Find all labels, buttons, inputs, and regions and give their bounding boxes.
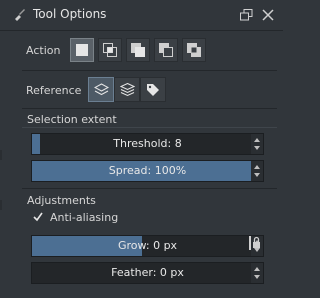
step-down-icon[interactable] bbox=[254, 146, 260, 150]
spread-stepper[interactable] bbox=[251, 161, 263, 181]
grow-value: Grow: 0 px bbox=[117, 239, 178, 252]
threshold-slider[interactable]: Threshold: 8 bbox=[31, 133, 264, 155]
single-layer-icon bbox=[94, 83, 109, 96]
grow-lock-icon[interactable] bbox=[248, 235, 262, 251]
reference-all-layers-button[interactable] bbox=[114, 77, 140, 102]
step-down-icon[interactable] bbox=[254, 275, 260, 279]
step-up-icon[interactable] bbox=[254, 138, 260, 142]
step-down-icon[interactable] bbox=[254, 173, 260, 177]
panel-edge bbox=[0, 150, 2, 160]
all-layers-icon bbox=[120, 83, 135, 97]
brush-tool-icon bbox=[15, 9, 25, 21]
divider bbox=[0, 30, 283, 31]
anti-aliasing-checkbox[interactable] bbox=[33, 212, 43, 222]
subtract-mode-button[interactable] bbox=[154, 38, 178, 62]
selection-extent-heading: Selection extent bbox=[27, 113, 117, 126]
replace-mode-button[interactable] bbox=[70, 38, 94, 62]
reference-color-labeled-button[interactable] bbox=[140, 77, 166, 102]
divider bbox=[22, 188, 277, 189]
action-mode-group bbox=[70, 38, 210, 63]
symmetric-difference-mode-button[interactable] bbox=[182, 38, 206, 62]
spread-slider[interactable]: Spread: 100% bbox=[31, 160, 264, 182]
spread-value: Spread: 100% bbox=[108, 164, 187, 177]
panel-edge bbox=[0, 200, 2, 210]
divider bbox=[22, 108, 277, 109]
divider bbox=[22, 127, 277, 128]
feather-slider[interactable]: Feather: 0 px bbox=[31, 262, 264, 284]
add-selection-icon bbox=[131, 43, 145, 57]
close-icon[interactable] bbox=[262, 9, 274, 21]
anti-aliasing-label[interactable]: Anti-aliasing bbox=[50, 211, 118, 224]
grow-slider[interactable]: Grow: 0 px bbox=[31, 235, 264, 257]
reference-label: Reference bbox=[26, 84, 82, 97]
tag-icon bbox=[147, 84, 159, 96]
intersect-mode-button[interactable] bbox=[98, 38, 122, 62]
panel-title: Tool Options bbox=[33, 7, 107, 21]
feather-stepper[interactable] bbox=[251, 263, 263, 283]
action-label: Action bbox=[26, 44, 61, 57]
divider bbox=[22, 70, 277, 71]
intersect-selection-icon bbox=[103, 43, 117, 57]
threshold-value: Threshold: 8 bbox=[113, 137, 182, 150]
step-up-icon[interactable] bbox=[254, 165, 260, 169]
replace-selection-icon bbox=[76, 44, 88, 56]
adjustments-heading: Adjustments bbox=[27, 194, 96, 207]
subtract-selection-icon bbox=[159, 43, 173, 57]
step-up-icon[interactable] bbox=[254, 267, 260, 271]
float-window-icon[interactable] bbox=[240, 9, 253, 21]
threshold-stepper[interactable] bbox=[251, 134, 263, 154]
feather-value: Feather: 0 px bbox=[111, 266, 184, 279]
symmetric-difference-icon bbox=[187, 43, 201, 57]
reference-current-layer-button[interactable] bbox=[88, 77, 114, 102]
add-mode-button[interactable] bbox=[126, 38, 150, 62]
